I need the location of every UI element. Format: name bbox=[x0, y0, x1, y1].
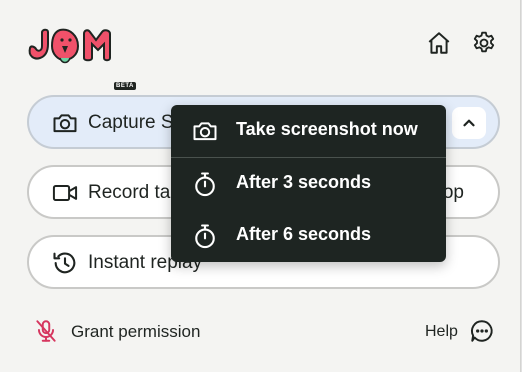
menu-item-label: Take screenshot now bbox=[236, 119, 418, 139]
microphone-off-icon bbox=[32, 316, 60, 346]
capture-label: Capture S bbox=[88, 112, 174, 133]
record-label: Record ta bbox=[88, 182, 171, 203]
video-camera-icon bbox=[51, 179, 79, 207]
window-edge bbox=[521, 0, 527, 372]
menu-item-label: After 3 seconds bbox=[236, 172, 372, 192]
camera-icon bbox=[51, 109, 79, 137]
grant-permission-label: Grant permission bbox=[71, 322, 201, 341]
home-icon bbox=[428, 32, 450, 54]
gear-icon bbox=[473, 31, 495, 53]
help-label: Help bbox=[425, 323, 458, 340]
timer-icon bbox=[191, 222, 219, 250]
beta-badge: BETA bbox=[114, 82, 136, 90]
chat-bubble-icon bbox=[467, 316, 497, 346]
menu-item-after-3-seconds[interactable]: After 3 seconds bbox=[171, 158, 446, 208]
settings-button[interactable] bbox=[469, 28, 499, 58]
history-icon bbox=[51, 249, 79, 277]
home-button[interactable] bbox=[424, 28, 454, 58]
grant-permission-link[interactable]: Grant permission bbox=[32, 316, 200, 346]
capture-options-toggle[interactable] bbox=[452, 107, 486, 139]
menu-item-take-screenshot-now[interactable]: Take screenshot now bbox=[171, 105, 446, 155]
menu-item-after-6-seconds[interactable]: After 6 seconds bbox=[171, 210, 446, 260]
chevron-up-icon bbox=[463, 119, 475, 127]
timer-icon bbox=[191, 170, 219, 198]
record-label-tail: op bbox=[442, 182, 464, 203]
jam-logo: BETA bbox=[26, 26, 136, 90]
menu-item-label: After 6 seconds bbox=[236, 224, 372, 244]
camera-icon bbox=[191, 117, 219, 145]
capture-options-menu: Take screenshot now After 3 seconds Afte… bbox=[171, 105, 446, 262]
